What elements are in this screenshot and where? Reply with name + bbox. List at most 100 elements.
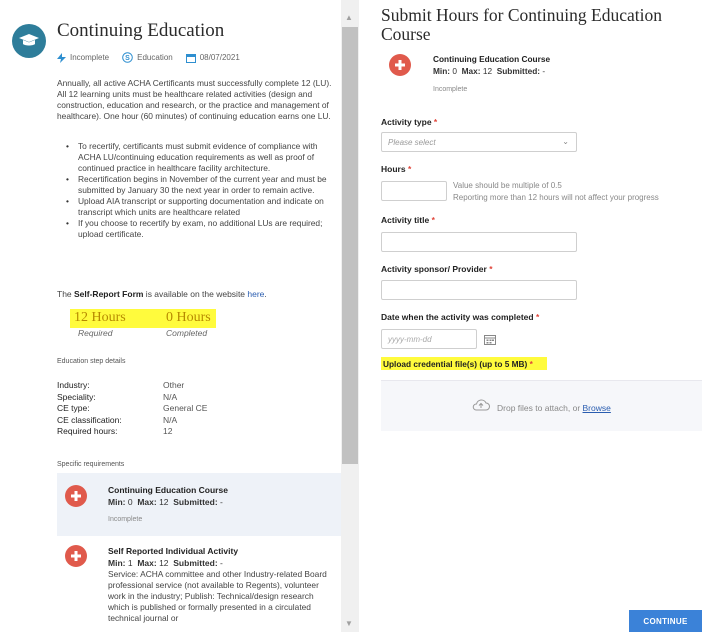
completed-hours-value: 0 Hours [166,310,211,325]
sponsor-input[interactable] [381,280,577,300]
activity-title-label-text: Activity title [381,215,430,225]
hours-hint-multiple: Value should be multiple of 0.5 [453,181,562,190]
submitted-value: - [542,66,546,76]
requirement-card-self-reported[interactable]: Self Reported Individual Activity Min: 1… [57,536,341,632]
required-hours-label: Required [78,328,113,338]
self-report-form-name: Self-Report Form [74,289,144,299]
calendar-picker-icon[interactable] [479,330,501,348]
min-label: Min: [433,66,451,76]
scroll-down-arrow-icon[interactable]: ▼ [345,619,353,628]
activity-title-input[interactable] [381,232,577,252]
submitted-value: - [220,558,223,568]
max-value: 12 [482,66,493,76]
required-mark: * [407,164,412,174]
requirement-status: Incomplete [108,516,143,523]
requirement-min-max: Min: 1 Max: 12 Submitted: - [108,558,223,568]
course-title: Continuing Education Course [433,54,551,64]
activity-type-label-text: Activity type [381,117,432,127]
min-label: Min: [108,558,126,568]
max-label: Max: [461,66,481,76]
scroll-thumb[interactable] [342,27,358,464]
date-placeholder: yyyy-mm-dd [388,335,432,344]
date-label: Date when the activity was completed * [381,312,539,322]
detail-row: CE type: General CE [57,403,207,415]
left-panel-scrollbar[interactable]: ▲ ▼ [341,0,359,632]
detail-row: CE classification: N/A [57,415,207,427]
detail-row: Industry: Other [57,380,207,392]
detail-value: N/A [163,391,178,402]
requirement-card-continuing-education[interactable]: Continuing Education Course Min: 0 Max: … [57,473,341,536]
required-mark: * [433,117,438,127]
graduation-cap-icon [12,24,46,58]
requirement-title: Continuing Education Course [108,485,228,495]
meta-row: Incomplete S Education 08/07/2021 [57,52,249,63]
requirement-details-panel: Continuing Education Incomplete S Educat… [0,0,341,632]
bullet-item: Upload AIA transcript or supporting docu… [66,196,328,218]
self-report-link[interactable]: here [247,289,264,299]
submitted-value: - [220,497,223,507]
category-text: Education [137,53,173,62]
min-value: 0 [452,66,457,76]
bullet-item: To recertify, certificants must submit e… [66,141,328,174]
max-value: 12 [159,497,169,507]
submitted-label: Submitted: [496,66,541,76]
date-label-text: Date when the activity was completed [381,312,534,322]
min-value: 0 [127,497,133,507]
self-report-suffix: . [264,289,267,299]
continue-button[interactable]: CONTINUE [629,610,702,632]
upload-label-text: Upload credential file(s) (up to 5 MB) [383,359,528,369]
upload-label: Upload credential file(s) (up to 5 MB) * [383,359,533,369]
sponsor-label: Activity sponsor/ Provider * [381,264,493,274]
drop-files-text: Drop files to attach, or Browse [497,403,611,413]
bullet-item: If you choose to recertify by exam, no a… [66,218,328,240]
sponsor-label-text: Activity sponsor/ Provider [381,264,487,274]
detail-value: General CE [163,403,208,413]
medical-kit-icon [65,545,87,567]
page-title: Continuing Education [57,20,225,41]
svg-text:S: S [125,55,130,62]
requirement-title: Self Reported Individual Activity [108,546,239,556]
requirement-description: Service: ACHA committee and other Indust… [108,569,327,623]
required-mark: * [431,215,435,225]
requirement-bullets: To recertify, certificants must submit e… [66,141,328,240]
detail-key: Speciality: [57,391,96,402]
activity-type-placeholder: Please select [388,138,436,147]
submitted-label: Submitted: [173,497,218,507]
required-hours-value: 12 Hours [74,310,126,325]
detail-key: Industry: [57,380,90,390]
requirement-min-max: Min: 0 Max: 12 Submitted: - [108,497,223,507]
status-text: Incomplete [70,53,110,62]
self-report-middle: is available on the website [143,289,248,299]
dollar-circle-icon: S [122,52,133,63]
hours-hint-limit: Reporting more than 12 hours will not af… [453,193,659,202]
cloud-upload-icon [471,398,491,417]
max-label: Max: [137,558,157,568]
form-title: Submit Hours for Continuing Education Co… [381,5,662,44]
detail-value: N/A [163,414,178,425]
chevron-down-icon: ⌄ [562,137,569,146]
scroll-up-arrow-icon[interactable]: ▲ [345,13,353,22]
completed-hours-label: Completed [166,328,208,338]
self-report-prefix: The [57,289,75,299]
detail-row: Speciality: N/A [57,392,207,404]
course-status: Incomplete [433,86,468,93]
hours-input[interactable] [381,181,447,201]
detail-key: Required hours: [57,426,118,436]
lightning-icon [57,52,66,63]
medical-kit-icon [65,485,87,507]
detail-value: Other [163,380,185,390]
browse-link[interactable]: Browse [583,403,611,413]
detail-key: CE classification: [57,414,122,425]
required-mark: * [535,312,540,322]
required-mark: * [489,264,493,274]
description: Annually, all active ACHA Certificants m… [57,78,332,121]
min-label: Min: [108,497,126,507]
calendar-icon [185,53,196,63]
detail-value: 12 [163,426,173,436]
date-input[interactable]: yyyy-mm-dd [381,329,477,349]
specific-requirements-heading: Specific requirements [57,461,125,468]
activity-type-select[interactable]: Please select ⌄ [381,132,577,152]
min-value: 1 [127,558,133,568]
max-value: 12 [159,558,169,568]
detail-key: CE type: [57,403,90,413]
